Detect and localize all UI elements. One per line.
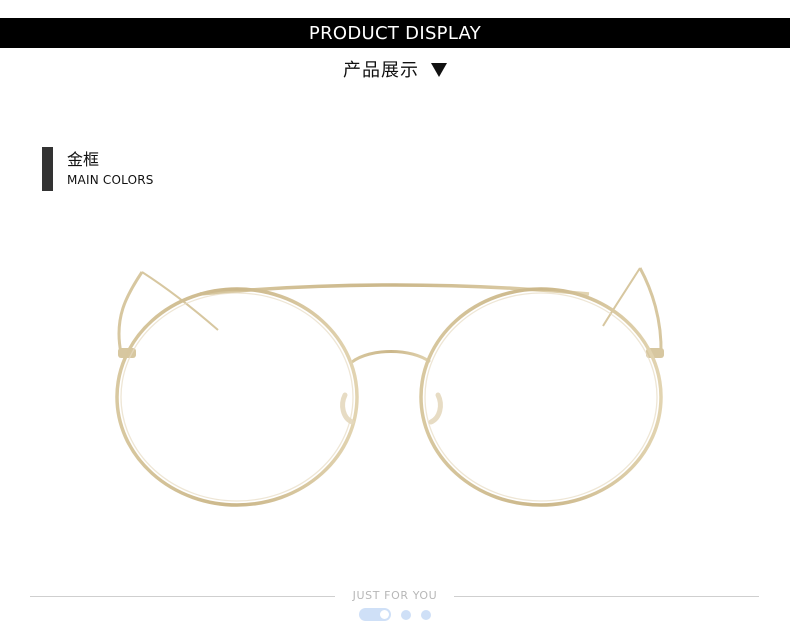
- footer-divider-right: [454, 596, 759, 597]
- pager-dot[interactable]: [401, 609, 411, 620]
- section-text: 金框 MAIN COLORS: [67, 147, 154, 191]
- section-title-cn: 金框: [67, 150, 100, 169]
- down-triangle-icon: [431, 63, 447, 77]
- top-bar: PRODUCT DISPLAY: [0, 18, 790, 48]
- product-image: [0, 250, 790, 510]
- header-subtitle: 产品展示: [343, 60, 419, 81]
- footer: JUST FOR YOU: [0, 586, 790, 626]
- section-label: 金框 MAIN COLORS: [42, 147, 154, 191]
- header-title: PRODUCT DISPLAY: [308, 22, 482, 44]
- pager-active-indicator[interactable]: [359, 608, 391, 621]
- pager-dot[interactable]: [421, 609, 431, 620]
- section-title-en: MAIN COLORS: [67, 173, 154, 187]
- pager[interactable]: [0, 608, 790, 621]
- glasses-image: [115, 267, 664, 507]
- subheader: 产品展示: [0, 55, 790, 83]
- section-accent-bar: [42, 147, 53, 191]
